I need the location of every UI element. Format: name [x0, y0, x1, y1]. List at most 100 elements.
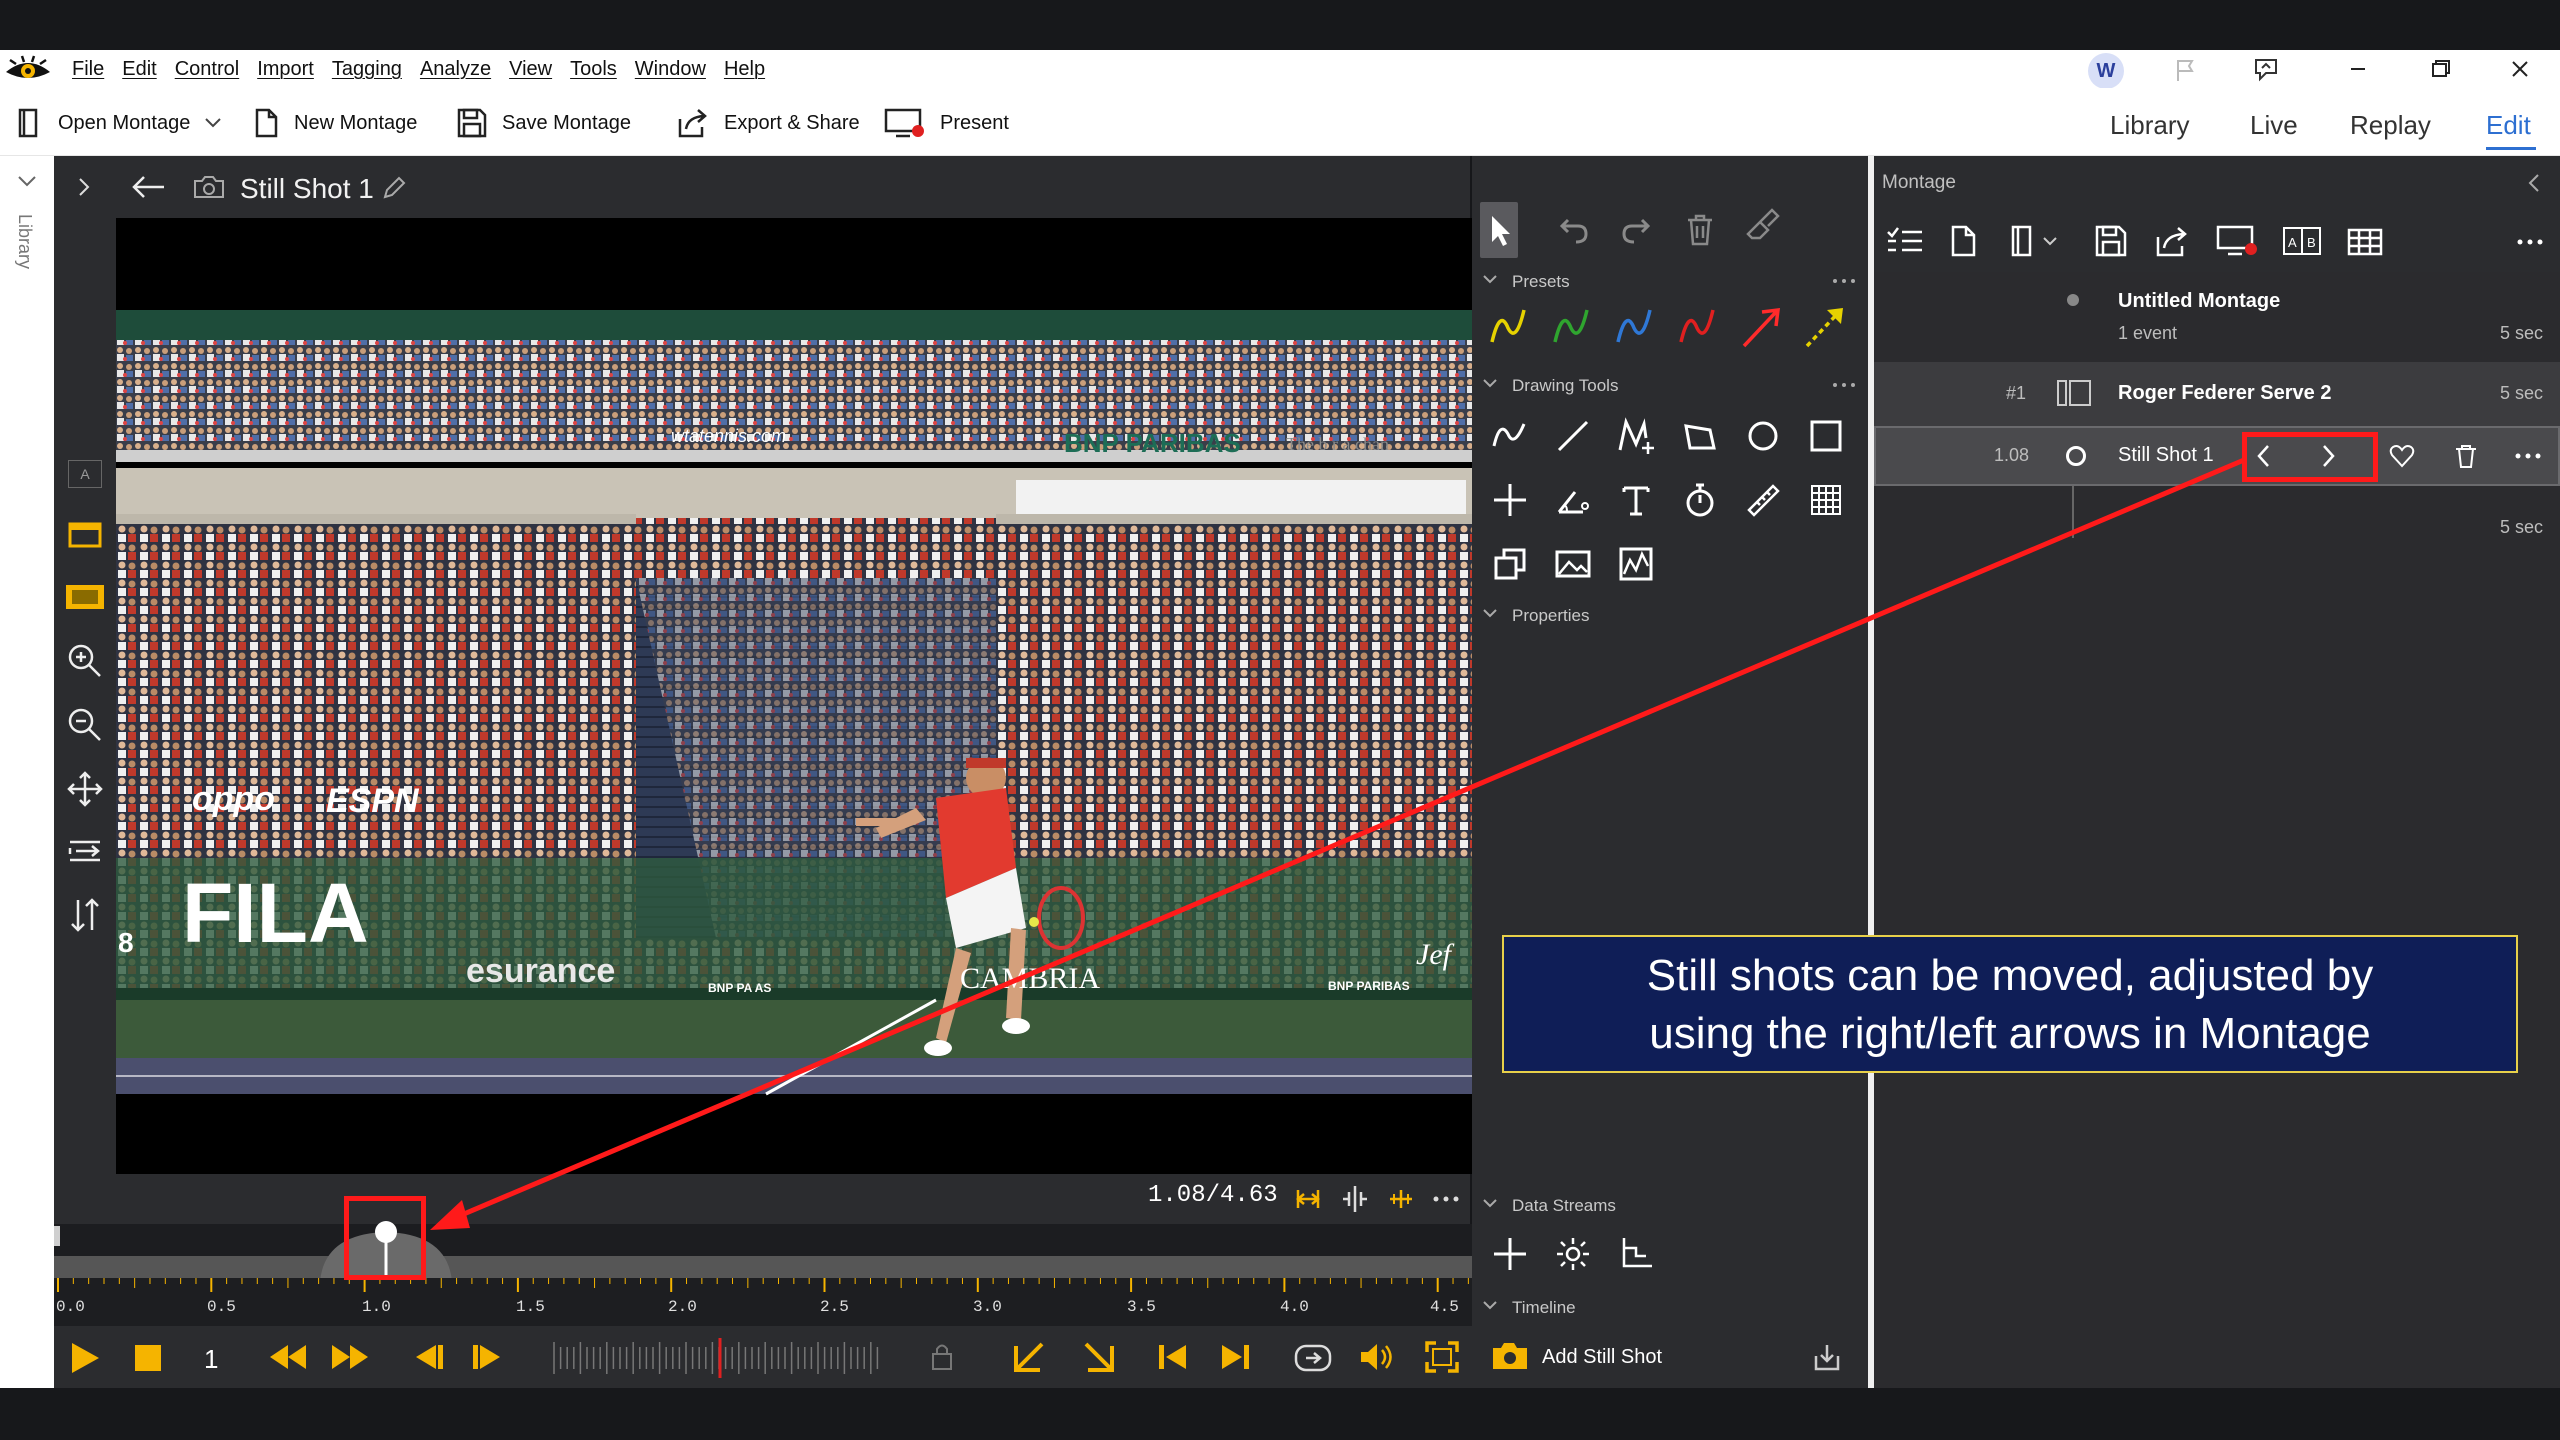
list-view-icon[interactable]: [1884, 224, 1924, 258]
text-tool-icon[interactable]: [1616, 480, 1656, 520]
menu-window[interactable]: Window: [635, 58, 706, 81]
edit-pencil-icon[interactable]: [380, 174, 408, 202]
add-still-shot-button[interactable]: Add Still Shot: [1542, 1346, 1662, 1369]
more-options-icon[interactable]: [1832, 382, 1856, 388]
stop-icon[interactable]: [132, 1342, 164, 1374]
fullscreen-icon[interactable]: [1424, 1340, 1460, 1374]
menu-edit[interactable]: Edit: [122, 58, 156, 81]
video-viewport[interactable]: wtatennis.com BNP PARIBAS The b r a chan…: [116, 218, 1472, 1174]
mark-in-icon[interactable]: [1012, 1340, 1052, 1374]
trim-in-out-icon[interactable]: [1292, 1184, 1324, 1214]
table-grid-icon[interactable]: [2346, 224, 2384, 258]
save-disk-icon[interactable]: [2094, 224, 2128, 258]
vertical-flip-icon[interactable]: [68, 896, 102, 934]
present-screen-icon[interactable]: [2216, 224, 2260, 258]
select-arrow-icon[interactable]: [1480, 210, 1520, 250]
circle-tool-icon[interactable]: [1743, 416, 1783, 456]
close-icon[interactable]: [2500, 54, 2540, 84]
add-stream-icon[interactable]: [1490, 1234, 1530, 1274]
save-montage-button[interactable]: Save Montage: [456, 106, 631, 140]
mode-tab-edit[interactable]: Edit: [2486, 110, 2531, 141]
still-shot-row[interactable]: [1874, 426, 2560, 486]
polygon-tool-icon[interactable]: [1680, 416, 1720, 456]
more-options-icon[interactable]: [2514, 452, 2542, 460]
split-marker-icon[interactable]: [1340, 1184, 1370, 1214]
add-marker-icon[interactable]: [1386, 1184, 1416, 1214]
angle-tool-icon[interactable]: [1553, 480, 1593, 520]
expand-chevron-icon[interactable]: [76, 176, 92, 198]
image-tool-icon[interactable]: [1553, 544, 1593, 584]
rectangle-tool-icon[interactable]: [1806, 416, 1846, 456]
zoom-in-icon[interactable]: [66, 642, 104, 680]
export-share-button[interactable]: Export & Share: [676, 106, 860, 140]
chevron-down-icon[interactable]: [2042, 236, 2058, 246]
menu-help[interactable]: Help: [724, 58, 765, 81]
scrub-track[interactable]: [54, 1224, 1472, 1256]
eraser-icon[interactable]: [1742, 206, 1782, 246]
scrub-region[interactable]: [54, 1256, 1472, 1278]
menu-import[interactable]: Import: [257, 58, 314, 81]
time-ruler[interactable]: [54, 1278, 1472, 1326]
menu-view[interactable]: View: [509, 58, 552, 81]
jog-shuttle-wheel[interactable]: [550, 1338, 890, 1378]
lock-icon[interactable]: [930, 1340, 954, 1372]
chevron-down-icon[interactable]: [1482, 1198, 1498, 1210]
library-collapsed-strip[interactable]: [0, 156, 54, 1388]
step-back-frame-icon[interactable]: [410, 1342, 446, 1372]
new-montage-button[interactable]: New Montage: [252, 106, 417, 140]
stopwatch-tool-icon[interactable]: [1680, 480, 1720, 520]
go-to-start-icon[interactable]: [1156, 1342, 1190, 1372]
clone-tool-icon[interactable]: [1490, 544, 1530, 584]
single-frame-icon[interactable]: [67, 520, 103, 550]
export-share-icon[interactable]: [2154, 224, 2190, 258]
redo-icon[interactable]: [1616, 210, 1656, 250]
menu-control[interactable]: Control: [175, 58, 239, 81]
volume-icon[interactable]: [1358, 1340, 1398, 1374]
pan-move-icon[interactable]: [66, 770, 104, 808]
play-icon[interactable]: [66, 1340, 102, 1376]
menu-tagging[interactable]: Tagging: [332, 58, 402, 81]
undo-icon[interactable]: [1554, 210, 1594, 250]
fast-forward-icon[interactable]: [330, 1342, 370, 1372]
chevron-down-icon[interactable]: [1482, 608, 1498, 620]
line-tool-icon[interactable]: [1553, 416, 1593, 456]
crosshair-tool-icon[interactable]: [1490, 480, 1530, 520]
trash-icon[interactable]: [1680, 210, 1720, 250]
menu-analyze[interactable]: Analyze: [420, 58, 491, 81]
camera-icon[interactable]: [1490, 1340, 1530, 1372]
playback-speed[interactable]: 1: [204, 1344, 218, 1375]
menu-file[interactable]: File: [72, 58, 104, 81]
import-download-icon[interactable]: [1812, 1342, 1842, 1372]
settings-gear-icon[interactable]: [1553, 1234, 1593, 1274]
more-options-icon[interactable]: [1432, 1192, 1460, 1206]
chevron-down-icon[interactable]: [1482, 1300, 1498, 1312]
loop-icon[interactable]: [1292, 1338, 1334, 1378]
feedback-icon[interactable]: [2252, 56, 2280, 84]
rewind-icon[interactable]: [268, 1342, 308, 1372]
trash-icon[interactable]: [2452, 442, 2480, 470]
chevron-down-icon[interactable]: [1482, 274, 1498, 286]
step-forward-frame-icon[interactable]: [470, 1342, 506, 1372]
filmstrip-icon[interactable]: [64, 582, 106, 612]
grid-tool-icon[interactable]: [1806, 480, 1846, 520]
present-button[interactable]: Present: [884, 106, 1009, 140]
minimize-icon[interactable]: [2338, 54, 2378, 84]
ab-compare-icon[interactable]: A B: [2282, 224, 2322, 258]
zoom-out-icon[interactable]: [66, 706, 104, 744]
more-options-icon[interactable]: [1832, 278, 1856, 284]
flag-icon[interactable]: [2172, 56, 2200, 84]
ruler-tool-icon[interactable]: [1743, 480, 1783, 520]
horizontal-align-icon[interactable]: [66, 834, 104, 868]
go-to-end-icon[interactable]: [1218, 1342, 1252, 1372]
mode-tab-replay[interactable]: Replay: [2350, 110, 2431, 141]
montage-row[interactable]: [1874, 272, 2560, 362]
user-avatar[interactable]: W: [2088, 53, 2124, 89]
new-document-icon[interactable]: [1948, 224, 1978, 258]
open-montage-button[interactable]: Open Montage: [16, 106, 236, 140]
mode-tab-live[interactable]: Live: [2250, 110, 2298, 141]
chevron-down-icon[interactable]: [16, 174, 38, 188]
text-overlay-toggle[interactable]: A: [68, 460, 102, 488]
axes-chart-icon[interactable]: [1616, 1234, 1656, 1274]
mode-tab-library[interactable]: Library: [2110, 110, 2189, 141]
menu-tools[interactable]: Tools: [570, 58, 617, 81]
